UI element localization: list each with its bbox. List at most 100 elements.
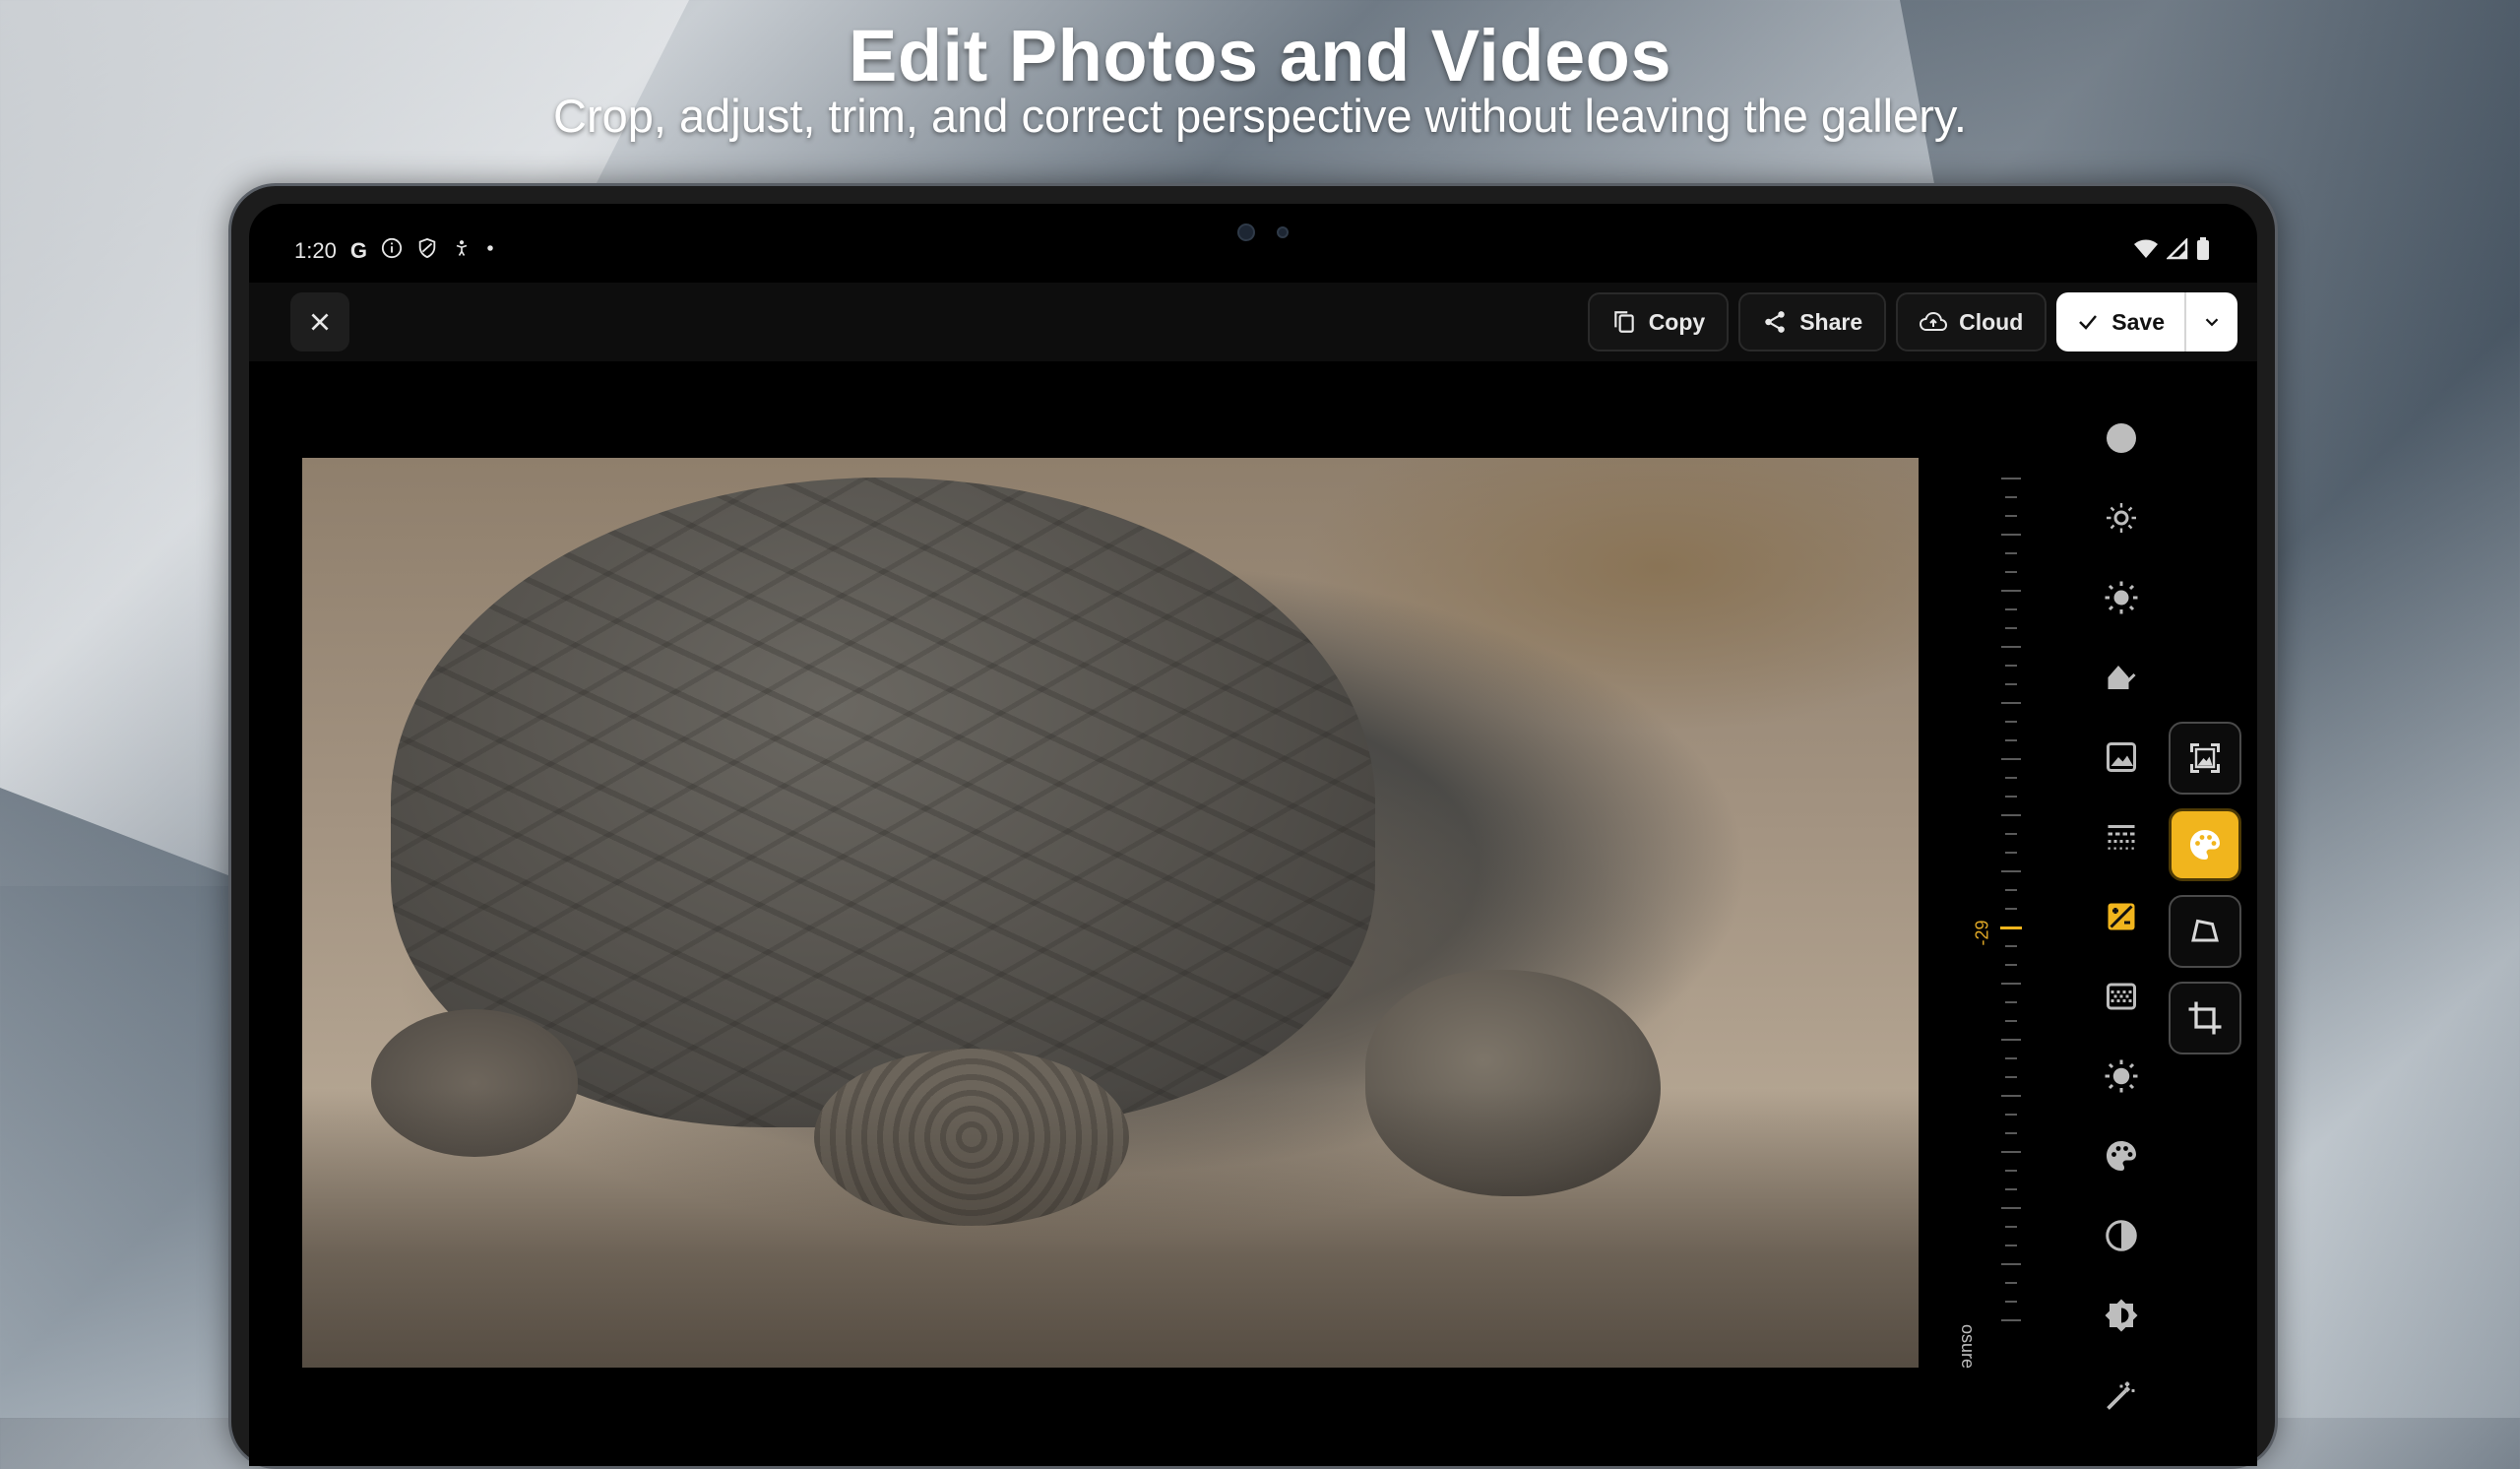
shadow-icon [2108,666,2136,689]
editor-canvas: -29 osure [269,369,2241,1466]
magic-wand-icon [2107,1381,2135,1410]
share-icon [1765,311,1785,333]
mode-color-button[interactable] [2169,808,2241,881]
tool-sun[interactable] [2082,1047,2161,1106]
slider-tick [2000,926,2022,929]
close-button[interactable] [290,292,349,351]
google-g-icon: G [349,238,367,263]
slider-tick [2001,1151,2021,1153]
slider-tick [2005,515,2017,517]
mode-perspective-button[interactable] [2169,895,2241,968]
info-icon [381,237,403,265]
slider-tick [2005,496,2017,498]
status-bar: 1:20 G [249,204,2257,273]
brightness-high-icon [2105,581,2138,614]
slider-tick [2005,1076,2017,1078]
slider-tick [2005,908,2017,910]
save-button[interactable]: Save [2056,309,2184,336]
slider-tick [2005,1170,2017,1172]
perspective-icon [2191,919,2219,942]
slider-value: -29 [1972,920,1992,946]
cloud-upload-icon [1920,311,1948,331]
slider-tick [2001,1207,2021,1209]
brightness-low-icon [2107,503,2136,533]
photo-preview[interactable] [302,458,1919,1368]
slider-tick [2005,1132,2017,1134]
slider-tick [2001,702,2021,704]
battery-icon [2196,237,2210,267]
slider-tick [2005,1114,2017,1116]
tool-circle[interactable] [2082,409,2161,468]
slider-tick [2001,983,2021,985]
cloud-button[interactable]: Cloud [1896,292,2048,351]
slider-tick [2005,777,2017,779]
slider-tick [2005,964,2017,966]
slider-tick [2005,833,2017,835]
tool-tonality[interactable] [2082,1286,2161,1345]
slider-tick [2001,1263,2021,1265]
signal-icon [2165,236,2188,266]
tablet-device: 1:20 G Copy Share Cloud Save -29 osure [228,183,2278,1469]
copy-button[interactable]: Copy [1587,292,1730,351]
slider-tick [2005,627,2017,629]
slider-tick [2001,758,2021,760]
wifi-icon [2133,238,2159,266]
cloud-label: Cloud [1959,308,2024,335]
slider-tick [2001,590,2021,592]
slider-tick [2005,1020,2017,1022]
tool-contrast[interactable] [2082,1206,2161,1265]
slider-tick [2005,1226,2017,1228]
palette-icon [2190,830,2220,860]
slider-tick [2005,571,2017,573]
tool-magic-wand[interactable] [2082,1366,2161,1425]
tool-texture[interactable] [2082,967,2161,1026]
save-options-button[interactable] [2184,292,2237,351]
save-label: Save [2111,308,2165,335]
slider-label: osure [1958,1324,1978,1370]
slider-tick [2005,1301,2017,1303]
slider-tick [2005,796,2017,798]
tonality-icon [2105,1299,2138,1332]
texture-icon [2107,983,2136,1010]
slider-tick [2005,552,2017,554]
slider-tick [2005,945,2017,947]
tool-image[interactable] [2082,728,2161,787]
slider-tick [2001,646,2021,648]
sun-icon [2105,1059,2138,1093]
accessibility-icon [452,237,472,265]
share-label: Share [1799,308,1863,335]
slider-tick [2005,1188,2017,1190]
slider-tick [2005,1282,2017,1284]
slider-tick [2001,814,2021,816]
tool-brightness-low[interactable] [2082,488,2161,547]
promo-subtitle: Crop, adjust, trim, and correct perspect… [553,90,1967,142]
close-icon [311,313,329,331]
share-button[interactable]: Share [1738,292,1887,351]
slider-tick [2005,721,2017,723]
save-split-button: Save [2056,292,2237,351]
slider-tick [2005,1057,2017,1059]
mode-frame-button[interactable] [2169,722,2241,795]
tool-palette[interactable] [2082,1126,2161,1185]
tool-brightness-high[interactable] [2082,568,2161,627]
screen: 1:20 G Copy Share Cloud Save -29 osure [249,204,2257,1466]
tool-shadows[interactable] [2082,648,2161,707]
slider-tick [2005,1001,2017,1003]
tool-exposure[interactable] [2082,887,2161,946]
tool-grain[interactable] [2082,807,2161,866]
copy-icon [1613,311,1634,333]
check-icon [2079,315,2098,330]
slider-tick [2005,889,2017,891]
editor-toolbar: Copy Share Cloud Save [249,283,2257,361]
slider-tick [2001,1319,2021,1321]
ground-shadow [302,1088,1919,1368]
adjustment-slider[interactable]: -29 osure [1958,478,2041,1369]
crop-icon [2188,1001,2222,1035]
frame-icon [2190,743,2220,773]
slider-tick [2001,478,2021,479]
copy-label: Copy [1648,308,1706,335]
chevron-down-icon [2205,318,2219,327]
image-icon [2107,742,2136,772]
palette-icon [2107,1141,2136,1171]
mode-crop-button[interactable] [2169,982,2241,1054]
